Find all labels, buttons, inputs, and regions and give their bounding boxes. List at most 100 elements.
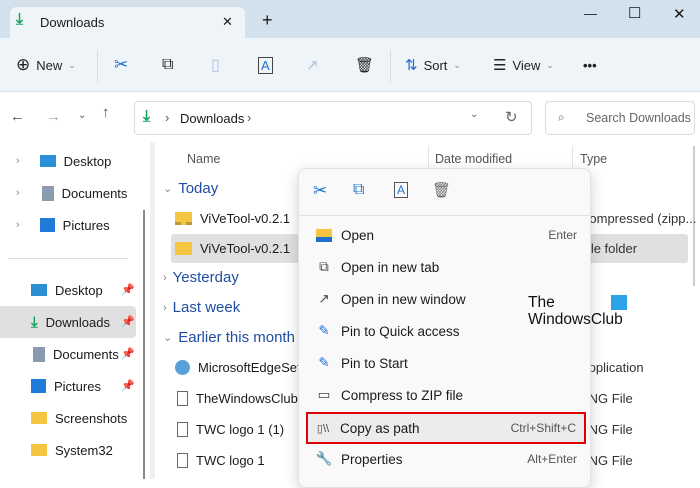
tab-close-button[interactable]: ✕ bbox=[222, 14, 233, 30]
up-button[interactable]: ↑ bbox=[102, 104, 110, 121]
search-input[interactable]: ⌕ Search Downloads bbox=[545, 101, 695, 135]
delete-icon[interactable]: 🗑 bbox=[432, 181, 451, 199]
image-file-icon bbox=[177, 421, 188, 437]
download-icon: ⤓ bbox=[143, 108, 151, 125]
share-button[interactable]: ↗ bbox=[306, 50, 319, 80]
rename-button[interactable]: A bbox=[258, 50, 273, 80]
menu-label: Open in new tab bbox=[341, 259, 440, 275]
copy-icon[interactable]: ⧉ bbox=[353, 181, 364, 199]
rename-icon: A bbox=[258, 56, 273, 74]
divider bbox=[390, 50, 391, 82]
refresh-icon[interactable]: ↻ bbox=[505, 108, 518, 126]
sidebar-label: Downloads bbox=[45, 314, 110, 330]
command-bar: ⊕ New ⌄ ✂ ⧉ ▯ A ↗ 🗑 ⇅ Sort ⌄ ☰ View ⌄ ••• bbox=[0, 38, 700, 92]
sort-button[interactable]: ⇅ Sort ⌄ bbox=[405, 50, 461, 80]
back-button[interactable]: ← bbox=[10, 108, 25, 125]
image-file-icon bbox=[177, 390, 188, 406]
column-header-type[interactable]: Type bbox=[580, 152, 607, 166]
paste-button[interactable]: ▯ bbox=[211, 50, 220, 80]
pin-icon[interactable]: 📌 bbox=[121, 347, 135, 360]
group-label: Last week bbox=[172, 299, 241, 316]
recent-dropdown[interactable]: ⌄ bbox=[78, 110, 86, 121]
pin-icon[interactable]: 📌 bbox=[121, 379, 135, 392]
pin-icon: ✎ bbox=[318, 355, 330, 370]
file-row[interactable]: TWC logo 1 (1) bbox=[177, 415, 284, 443]
menu-label: Copy as path bbox=[340, 420, 420, 436]
menu-label: Compress to ZIP file bbox=[341, 387, 464, 403]
plus-circle-icon: ⊕ bbox=[16, 55, 31, 74]
zip-folder-icon bbox=[175, 211, 192, 225]
menu-item-open-in-new-tab[interactable]: ⧉ Open in new tab bbox=[309, 252, 585, 282]
column-header-name[interactable]: Name bbox=[187, 152, 220, 166]
desktop-icon bbox=[39, 155, 56, 167]
file-row[interactable]: ViVeTool-v0.2.1 bbox=[175, 234, 290, 262]
pin-icon[interactable]: 📌 bbox=[121, 315, 135, 328]
sidebar-label: Documents bbox=[61, 185, 128, 201]
document-icon bbox=[33, 346, 45, 362]
pin-icon[interactable]: 📌 bbox=[121, 283, 135, 296]
menu-item-pin-to-start[interactable]: ✎ Pin to Start bbox=[309, 348, 585, 378]
download-icon: ⤓ bbox=[16, 11, 24, 28]
group-today[interactable]: ⌄ Today bbox=[163, 180, 218, 197]
sidebar-item-documents[interactable]: › Documents bbox=[16, 179, 127, 207]
clipboard-icon: ▯ bbox=[211, 57, 220, 74]
close-button[interactable]: ✕ bbox=[673, 5, 686, 23]
address-bar[interactable]: ⤓ › Downloads › ⌄ ↻ bbox=[134, 101, 532, 135]
menu-shortcut: Ctrl+Shift+C bbox=[510, 421, 576, 435]
menu-item-compress-to-zip[interactable]: ▭ Compress to ZIP file bbox=[309, 380, 585, 410]
maximize-button[interactable]: ☐ bbox=[628, 4, 641, 22]
sidebar-label: System32 bbox=[55, 442, 113, 458]
view-button[interactable]: ☰ View ⌄ bbox=[493, 50, 554, 80]
share-icon: ↗ bbox=[306, 57, 319, 74]
tab-downloads[interactable]: ⤓ Downloads ✕ bbox=[10, 7, 245, 38]
sidebar-item-system32[interactable]: System32 bbox=[31, 436, 113, 464]
windows-logo-icon bbox=[611, 295, 627, 310]
sidebar-item-pictures[interactable]: › Pictures bbox=[16, 211, 110, 239]
delete-button[interactable]: 🗑 bbox=[355, 50, 374, 80]
pictures-icon bbox=[31, 379, 46, 393]
new-button[interactable]: ⊕ New ⌄ bbox=[16, 50, 76, 80]
group-last-week[interactable]: › Last week bbox=[163, 299, 240, 316]
document-icon bbox=[41, 185, 54, 201]
cut-icon[interactable]: ✂ bbox=[313, 181, 327, 201]
sidebar-label: Screenshots bbox=[55, 410, 128, 426]
sidebar-label: Pictures bbox=[54, 378, 101, 394]
watermark: The WindowsClub bbox=[528, 294, 627, 328]
sort-icon: ⇅ bbox=[405, 57, 418, 74]
menu-item-properties[interactable]: 🔧 Properties Alt+Enter bbox=[309, 444, 585, 474]
menu-item-copy-as-path[interactable]: ▯\\ Copy as path Ctrl+Shift+C bbox=[306, 412, 586, 444]
sidebar-item-screenshots[interactable]: Screenshots bbox=[31, 404, 127, 432]
open-window-icon: ↗ bbox=[318, 291, 330, 306]
folder-icon bbox=[31, 444, 47, 456]
column-header-date[interactable]: Date modified bbox=[435, 152, 512, 166]
sidebar-item-desktop[interactable]: › Desktop bbox=[16, 147, 111, 175]
group-earlier-this-month[interactable]: ⌄ Earlier this month bbox=[163, 329, 295, 346]
new-tab-button[interactable]: + bbox=[262, 10, 273, 31]
forward-button[interactable]: → bbox=[46, 108, 61, 125]
download-icon: ⤓ bbox=[31, 313, 38, 331]
copy-button[interactable]: ⧉ bbox=[162, 50, 173, 80]
rename-icon[interactable]: A bbox=[394, 182, 409, 198]
sidebar-item-desktop-pinned[interactable]: Desktop bbox=[31, 276, 103, 304]
file-row[interactable]: ViVeTool-v0.2.1 bbox=[175, 204, 290, 232]
minimize-button[interactable]: — bbox=[584, 6, 597, 21]
file-row[interactable]: MicrosoftEdgeSetup bbox=[175, 353, 315, 381]
more-options-button[interactable]: ••• bbox=[583, 50, 597, 80]
group-label: Today bbox=[178, 180, 219, 197]
file-row[interactable]: TWC logo 1 bbox=[177, 446, 265, 474]
breadcrumb-downloads[interactable]: Downloads bbox=[180, 111, 244, 126]
search-icon: ⌕ bbox=[558, 110, 565, 124]
sidebar-item-documents-pinned[interactable]: Documents bbox=[33, 340, 119, 368]
file-row[interactable]: TheWindowsClub bbox=[177, 384, 298, 412]
menu-item-open[interactable]: Open Enter bbox=[309, 220, 585, 250]
sidebar-item-downloads-pinned[interactable]: ⤓ Downloads bbox=[31, 308, 110, 336]
cut-button[interactable]: ✂ bbox=[114, 50, 128, 80]
sidebar-item-pictures-pinned[interactable]: Pictures bbox=[31, 372, 101, 400]
folder-icon bbox=[31, 412, 47, 424]
group-yesterday[interactable]: › Yesterday bbox=[163, 269, 239, 286]
list-icon: ☰ bbox=[493, 57, 507, 74]
sidebar-scrollbar[interactable] bbox=[143, 210, 145, 479]
address-dropdown[interactable]: ⌄ bbox=[470, 109, 478, 120]
watermark-line2: WindowsClub bbox=[528, 311, 623, 328]
pin-icon: ✎ bbox=[318, 323, 330, 338]
